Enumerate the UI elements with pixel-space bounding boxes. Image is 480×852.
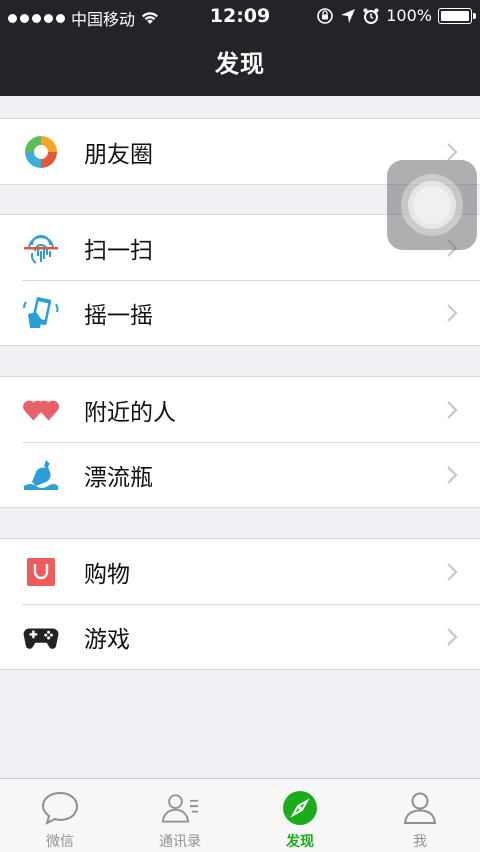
list-item-games[interactable]: 游戏 [0, 604, 480, 669]
status-bar: 中国移动 12:09 100% [0, 0, 480, 32]
shopping-icon [22, 553, 60, 591]
chevron-right-icon [447, 562, 458, 581]
scan-icon [22, 229, 60, 267]
group-shopping-games: 购物 游戏 [0, 538, 480, 670]
page-title: 发现 [215, 50, 265, 78]
tab-label: 我 [413, 834, 427, 850]
status-right: 100% [316, 6, 476, 25]
games-icon [22, 618, 60, 656]
group-nearby-bottle: 附近的人 漂流瓶 [0, 376, 480, 508]
contacts-icon [160, 789, 200, 827]
alarm-clock-icon [363, 8, 379, 24]
chevron-right-icon [447, 142, 458, 161]
chevron-right-icon [447, 303, 458, 322]
tab-discover[interactable]: 发现 [240, 779, 360, 852]
shake-icon [22, 294, 60, 332]
top-bar: 中国移动 12:09 100% 发现 [0, 0, 480, 96]
chevron-right-icon [447, 400, 458, 419]
assistive-touch-button[interactable] [387, 160, 477, 250]
tab-label: 发现 [286, 834, 314, 850]
chevron-right-icon [447, 465, 458, 484]
list-item-label: 购物 [84, 561, 130, 588]
list-item-label: 扫一扫 [84, 237, 153, 264]
nearby-people-icon [22, 391, 60, 429]
list-item-shopping[interactable]: 购物 [0, 539, 480, 604]
tab-label: 通讯录 [159, 834, 201, 850]
tab-bar: 微信 通讯录 发现 我 [0, 778, 480, 852]
location-arrow-icon [341, 8, 356, 23]
person-icon [400, 789, 440, 827]
list-item-label: 摇一摇 [84, 302, 153, 329]
tab-contacts[interactable]: 通讯录 [120, 779, 240, 852]
tab-me[interactable]: 我 [360, 779, 480, 852]
battery-level-fill [441, 10, 469, 21]
list-item-shake[interactable]: 摇一摇 [0, 280, 480, 345]
tab-label: 微信 [46, 834, 74, 850]
chat-bubble-icon [40, 789, 80, 827]
list-item-drift-bottle[interactable]: 漂流瓶 [0, 442, 480, 507]
battery-icon [438, 7, 476, 24]
list-item-label: 游戏 [84, 626, 130, 653]
list-item-label: 附近的人 [84, 399, 176, 426]
chevron-right-icon [447, 627, 458, 646]
list-item-label: 漂流瓶 [84, 464, 153, 491]
battery-percent: 100% [386, 6, 432, 25]
rotation-lock-icon [317, 7, 334, 24]
moments-icon [22, 133, 60, 171]
compass-icon [280, 789, 320, 827]
list-item-nearby-people[interactable]: 附近的人 [0, 377, 480, 442]
list-item-label: 朋友圈 [84, 141, 153, 168]
drift-bottle-icon [22, 456, 60, 494]
tab-chats[interactable]: 微信 [0, 779, 120, 852]
